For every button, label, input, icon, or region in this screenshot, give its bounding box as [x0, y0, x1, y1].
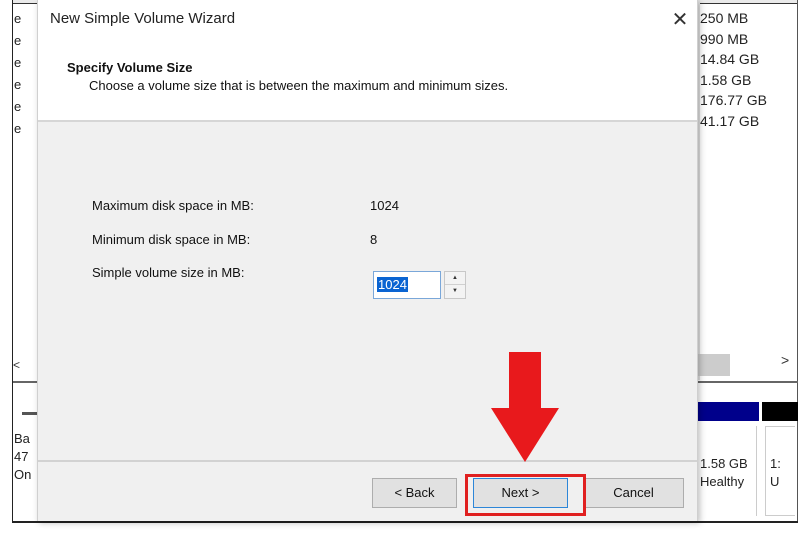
list-item: e: [14, 33, 22, 48]
window-right-border: [797, 0, 798, 522]
window-left-border: [12, 0, 13, 522]
partition-info: 1.58 GB Healthy: [700, 455, 748, 491]
scroll-right-arrow-icon[interactable]: >: [781, 352, 789, 368]
partition-info-2: 1: U: [770, 455, 781, 491]
list-item: e: [14, 11, 22, 26]
next-button[interactable]: Next >: [473, 478, 568, 508]
partition-status: U: [770, 474, 780, 489]
horizontal-scrollbar-thumb[interactable]: [697, 354, 730, 376]
spinner-down-icon[interactable]: ▼: [445, 285, 465, 298]
volume-type-column: e e e e e e: [14, 8, 21, 140]
partition-status: Healthy: [700, 474, 745, 489]
page-heading: Specify Volume Size: [67, 60, 193, 75]
min-disk-space-value: 8: [370, 232, 378, 247]
scroll-left-arrow-icon[interactable]: <: [13, 358, 20, 372]
volume-size-selected-text: 1024: [377, 277, 408, 292]
new-simple-volume-wizard-dialog: New Simple Volume Wizard ✕ Specify Volum…: [37, 0, 698, 521]
close-icon[interactable]: ✕: [668, 8, 692, 32]
partition-bar-primary: [697, 402, 759, 421]
footer-divider: [38, 460, 697, 462]
max-disk-space-value: 1024: [370, 198, 399, 213]
list-item: e: [14, 77, 22, 92]
free-space-cell: 990 MB: [700, 30, 749, 47]
volume-size-stepper[interactable]: 1024 ▲ ▼: [373, 271, 468, 299]
back-button[interactable]: < Back: [372, 478, 457, 508]
partition-bar-unallocated: [762, 402, 798, 421]
spinner-up-icon[interactable]: ▲: [445, 272, 465, 285]
window-bottom-border: [12, 521, 798, 523]
dialog-title: New Simple Volume Wizard: [50, 10, 236, 27]
cancel-button[interactable]: Cancel: [583, 478, 684, 508]
volume-size-label: Simple volume size in MB:: [92, 265, 245, 280]
disk-type: Ba: [14, 431, 30, 446]
list-item: e: [14, 99, 22, 114]
min-disk-space-label: Minimum disk space in MB:: [92, 232, 251, 247]
volume-size-input[interactable]: 1024: [373, 271, 441, 299]
disk-size: 47: [14, 449, 29, 464]
disk-status: On: [14, 467, 32, 482]
free-space-cell: 250 MB: [700, 10, 749, 26]
partition-size: 1.58 GB: [700, 456, 748, 471]
disk-label: Ba 47 On: [14, 430, 31, 484]
free-space-cell: 176.77 GB: [700, 92, 767, 108]
free-space-column: 250 MB 990 MB 14.84 GB 1.58 GB 176.77 GB…: [700, 8, 767, 131]
free-space-cell: 41.17 GB: [700, 112, 760, 129]
dialog-header: New Simple Volume Wizard ✕ Specify Volum…: [38, 0, 697, 122]
max-disk-space-label: Maximum disk space in MB:: [92, 198, 254, 213]
page-subheading: Choose a volume size that is between the…: [89, 78, 509, 93]
free-space-cell: 1.58 GB: [700, 71, 752, 88]
free-space-cell: 14.84 GB: [700, 51, 760, 67]
list-item: e: [14, 121, 22, 136]
partition-size: 1:: [770, 456, 781, 471]
list-item: e: [14, 55, 22, 70]
spinner-buttons: ▲ ▼: [444, 271, 466, 299]
